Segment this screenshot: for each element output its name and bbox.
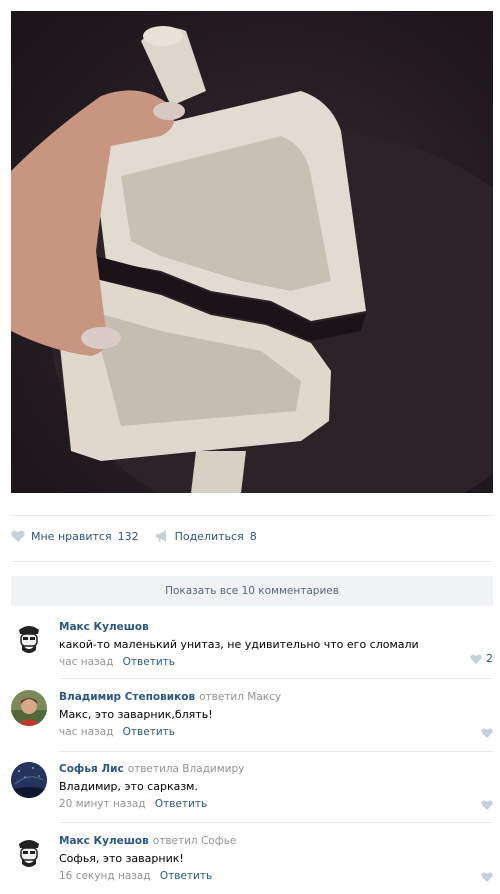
show-all-comments-button[interactable]: Показать все 10 комментариев bbox=[11, 576, 493, 606]
comment-like-button[interactable] bbox=[481, 800, 493, 810]
replied-to[interactable]: ответила Владимиру bbox=[128, 763, 245, 775]
avatar[interactable] bbox=[11, 834, 47, 870]
comment-like-button[interactable] bbox=[481, 728, 493, 738]
reply-button[interactable]: Ответить bbox=[160, 870, 212, 882]
like-button[interactable]: Мне нравится 132 bbox=[11, 530, 139, 543]
avatar[interactable] bbox=[11, 762, 47, 798]
comment-text: какой-то маленький унитаз, не удивительн… bbox=[59, 638, 419, 651]
heart-icon bbox=[481, 800, 493, 810]
comment-author[interactable]: Владимир Степовиков bbox=[59, 691, 195, 703]
share-label: Поделиться bbox=[174, 529, 244, 543]
divider bbox=[11, 561, 493, 562]
replied-to[interactable]: ответил Софье bbox=[153, 835, 237, 847]
comment-item: Макс Кулешов какой-то маленький унитаз, … bbox=[11, 620, 493, 670]
reply-button[interactable]: Ответить bbox=[123, 726, 175, 738]
heart-icon bbox=[481, 872, 493, 882]
reply-button[interactable]: Ответить bbox=[123, 656, 175, 668]
comment-item: Софья Лис ответила Владимиру Владимир, эт… bbox=[11, 762, 493, 812]
comment-time[interactable]: час назад bbox=[59, 656, 113, 668]
comment-text: Владимир, это сарказм. bbox=[59, 780, 198, 793]
like-label: Мне нравится bbox=[31, 529, 112, 543]
comment-like-button[interactable] bbox=[481, 872, 493, 882]
divider bbox=[59, 678, 493, 679]
replied-to[interactable]: ответил Максу bbox=[199, 691, 281, 703]
comment-time[interactable]: 16 секунд назад bbox=[59, 870, 151, 882]
avatar[interactable] bbox=[11, 620, 47, 656]
comment-item: Владимир Степовиков ответил Максу Макс, э… bbox=[11, 690, 493, 740]
divider bbox=[59, 751, 493, 752]
heart-icon bbox=[470, 653, 482, 664]
comment-item: Макс Кулешов ответил Софье Софья, это зав… bbox=[11, 834, 493, 884]
post-actions: Мне нравится 132 Поделиться 8 bbox=[11, 526, 273, 546]
post-photo[interactable] bbox=[11, 11, 493, 493]
comment-text: Софья, это заварник! bbox=[59, 852, 184, 865]
share-count: 8 bbox=[249, 529, 257, 543]
megaphone-icon bbox=[155, 530, 166, 542]
share-button[interactable]: Поделиться 8 bbox=[155, 530, 257, 543]
like-count: 132 bbox=[117, 529, 139, 543]
reply-button[interactable]: Ответить bbox=[155, 798, 207, 810]
comment-time[interactable]: 20 минут назад bbox=[59, 798, 146, 810]
comment-like-count: 2 bbox=[486, 652, 493, 665]
comment-like-button[interactable]: 2 bbox=[470, 652, 493, 665]
comment-author[interactable]: Макс Кулешов bbox=[59, 835, 149, 847]
divider bbox=[59, 822, 493, 823]
comment-time[interactable]: час назад bbox=[59, 726, 113, 738]
avatar[interactable] bbox=[11, 690, 47, 726]
comment-author[interactable]: Макс Кулешов bbox=[59, 621, 149, 633]
heart-icon bbox=[11, 530, 25, 542]
divider bbox=[11, 515, 493, 516]
broken-teapot-image bbox=[11, 26, 493, 493]
heart-icon bbox=[481, 728, 493, 738]
comment-text: Макс, это заварник,блять! bbox=[59, 708, 213, 721]
comment-author[interactable]: Софья Лис bbox=[59, 763, 124, 775]
